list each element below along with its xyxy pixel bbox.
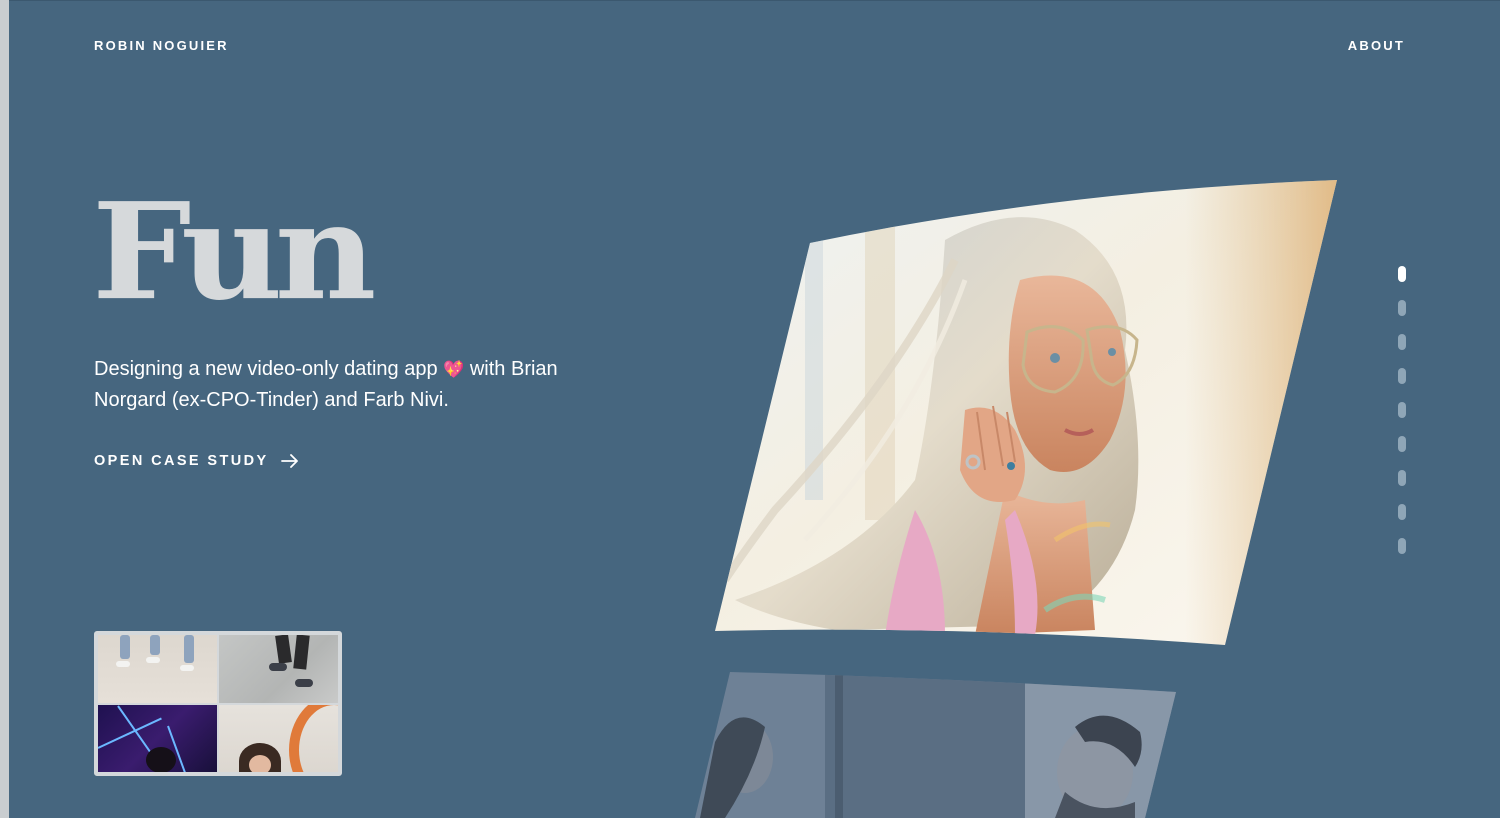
nav-about-link[interactable]: ABOUT xyxy=(1348,38,1405,53)
next-project-image[interactable] xyxy=(695,672,1180,818)
open-case-study-link[interactable]: OPEN CASE STUDY xyxy=(94,453,299,469)
project-cover-image[interactable] xyxy=(715,180,1340,645)
pager-dot-8[interactable] xyxy=(1398,504,1406,520)
window-edge xyxy=(0,0,9,818)
open-case-study-label: OPEN CASE STUDY xyxy=(94,453,269,469)
pager-dot-2[interactable] xyxy=(1398,300,1406,316)
arrow-right-icon xyxy=(280,454,299,468)
video-tile-woman xyxy=(219,704,338,772)
video-grid-thumbnail[interactable] xyxy=(94,631,342,776)
project-description: Designing a new video-only dating app 💖 … xyxy=(94,354,634,416)
description-text-1: Designing a new video-only dating app xyxy=(94,358,444,380)
video-tile-neon xyxy=(98,704,217,772)
pager-dot-9[interactable] xyxy=(1398,538,1406,554)
pager-dot-5[interactable] xyxy=(1398,402,1406,418)
video-tile-legs xyxy=(98,635,217,703)
brand-link[interactable]: ROBIN NOGUIER xyxy=(94,38,229,53)
top-border xyxy=(9,0,1500,1)
pager-dot-1[interactable] xyxy=(1398,266,1406,282)
pager-dot-4[interactable] xyxy=(1398,368,1406,384)
video-tile-sneakers xyxy=(219,635,338,703)
project-title: Fun xyxy=(92,174,377,331)
project-pager xyxy=(1398,266,1406,554)
pager-dot-7[interactable] xyxy=(1398,470,1406,486)
pager-dot-6[interactable] xyxy=(1398,436,1406,452)
pager-dot-3[interactable] xyxy=(1398,334,1406,350)
heart-icon: 💖 xyxy=(443,360,465,379)
